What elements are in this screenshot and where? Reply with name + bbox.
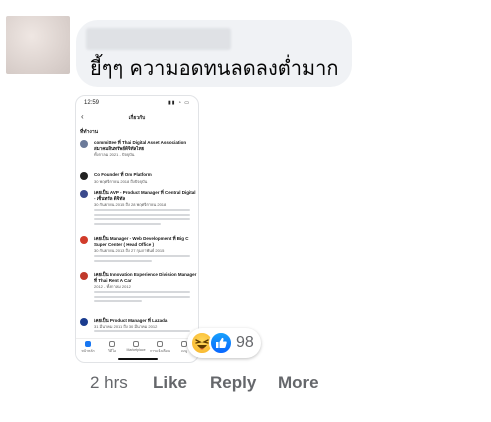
phone-nav-bar: ‹ เกี่ยวกับ	[76, 112, 198, 124]
tab-notifications: การแจ้งเตือน	[150, 341, 170, 354]
org-logo-icon	[80, 190, 88, 198]
like-reaction-icon	[209, 331, 233, 355]
work-entry-title: เคยเป็น AVP - Product Manager ที่ Centra…	[94, 190, 196, 201]
work-entry-description	[94, 209, 190, 227]
org-logo-icon	[80, 318, 88, 326]
work-entry-dates: 30 พฤศจิกายน 2018 ถึงปัจจุบัน	[94, 179, 148, 184]
reply-button[interactable]: Reply	[210, 373, 256, 393]
work-entry-description	[94, 255, 190, 264]
work-entry-dates: 30 กันยายน 2013 ถึง 27 กุมภาพันธ์ 2015	[94, 248, 165, 253]
tab-home: หน้าหลัก	[78, 341, 98, 354]
org-logo-icon	[80, 172, 88, 180]
work-entry-title: เคยเป็น Product Manager ที่ Lazada	[94, 318, 168, 323]
home-indicator	[118, 358, 158, 360]
commenter-name-redacted[interactable]	[86, 28, 231, 50]
work-entry: เคยเป็น Innovation Experience Division M…	[80, 272, 196, 314]
more-button[interactable]: More	[278, 373, 319, 393]
bell-icon	[157, 341, 163, 347]
work-entry: เคยเป็น Product Manager ที่ Lazada 31 มี…	[80, 318, 196, 340]
work-entry: Co Founder ที่ Om Platform 30 พฤศจิกายน …	[80, 172, 196, 188]
attached-screenshot[interactable]: 12:59 ▮▮ ◔ ▭ ‹ เกี่ยวกับ ที่ทำงาน commit…	[75, 95, 199, 363]
commenter-avatar[interactable]	[6, 16, 70, 74]
work-entry-title: เคยเป็น Manager - Web Development ที่ Bi…	[94, 236, 189, 247]
work-entry-title: committee ที่ Thai Digital Asset Associa…	[94, 140, 187, 151]
work-section-heading: ที่ทำงาน	[80, 129, 99, 135]
work-entry-description	[94, 291, 190, 305]
org-logo-icon	[80, 236, 88, 244]
reaction-summary[interactable]: 98	[187, 328, 261, 358]
work-entry-dates: 2012 - ทั้งกาลม 2012	[94, 284, 131, 289]
status-time: 12:59	[84, 100, 100, 106]
tab-video: วิดีโอ	[102, 341, 122, 354]
tab-marketplace: Marketplace	[126, 341, 146, 352]
org-logo-icon	[80, 140, 88, 148]
comment-text: ยี้ๆๆ ความอดทนลดลงต่ำมาก	[90, 56, 339, 80]
work-entry-title: เคยเป็น Innovation Experience Division M…	[94, 272, 197, 283]
phone-nav-title: เกี่ยวกับ	[128, 115, 146, 121]
signal-wifi-battery-icon: ▮▮ ◔ ▭	[167, 100, 190, 106]
video-icon	[109, 341, 115, 347]
shop-icon	[133, 341, 139, 347]
like-button[interactable]: Like	[153, 373, 187, 393]
phone-status-bar: 12:59 ▮▮ ◔ ▭	[84, 100, 190, 110]
work-entry-dates: 31 มีนาคม 2011 ถึง 30 มีนาคม 2012	[94, 324, 158, 329]
reaction-count: 98	[236, 334, 254, 351]
org-logo-icon	[80, 272, 88, 280]
work-entry: เคยเป็น AVP - Product Manager ที่ Centra…	[80, 190, 196, 234]
comment-timestamp[interactable]: 2 hrs	[90, 373, 128, 393]
work-entry: committee ที่ Thai Digital Asset Associa…	[80, 140, 196, 164]
work-entry-dates: 30 กันยายน 2015 ถึง 28 พฤศจิกายน 2018	[94, 202, 167, 207]
home-icon	[85, 341, 91, 347]
work-entry-description	[94, 330, 190, 335]
work-entry-title: Co Founder ที่ Om Platform	[94, 172, 152, 177]
work-entry: เคยเป็น Manager - Web Development ที่ Bi…	[80, 236, 196, 270]
phone-tab-bar: หน้าหลัก วิดีโอ Marketplace การแจ้งเตือน…	[76, 338, 198, 356]
work-entry-dates: ทั้งกาลม 2021 - ปัจจุบัน	[94, 152, 135, 157]
